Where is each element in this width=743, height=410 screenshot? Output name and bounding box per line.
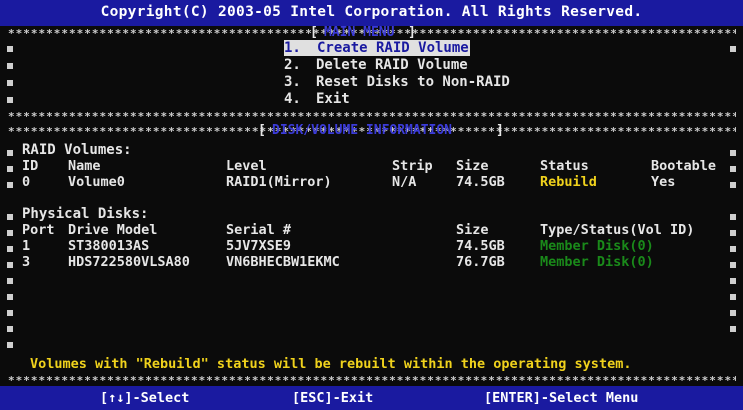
frame-edge-marker bbox=[7, 326, 13, 332]
frame-edge-marker bbox=[730, 246, 736, 252]
main-menu-title: MAIN MENU bbox=[324, 25, 395, 40]
disk-serial: VN6BHECBW1EKMC bbox=[226, 254, 340, 270]
col-header-type-status: Type/Status(Vol ID) bbox=[540, 222, 695, 238]
disk-port: 1 bbox=[22, 238, 31, 254]
frame-edge-marker bbox=[730, 150, 736, 156]
frame-edge-marker bbox=[730, 230, 736, 236]
menu-item-number: 1. bbox=[284, 40, 316, 56]
frame-edge-marker bbox=[7, 310, 13, 316]
menu-item-number: 4. bbox=[284, 91, 301, 107]
key-hint-enter: [ENTER]-Select Menu bbox=[484, 390, 639, 406]
volume-id: 0 bbox=[22, 174, 31, 190]
disk-size: 76.7GB bbox=[456, 254, 505, 270]
menu-item-label: Exit bbox=[316, 91, 350, 107]
disk-type-status: Member Disk(0) bbox=[540, 254, 654, 270]
frame-edge-marker bbox=[730, 294, 736, 300]
frame-edge-marker bbox=[7, 342, 13, 348]
menu-item-label: Create RAID Volume bbox=[316, 40, 470, 56]
col-header-size: Size bbox=[456, 158, 489, 174]
frame-edge-marker bbox=[730, 182, 736, 188]
frame-edge-marker bbox=[730, 214, 736, 220]
col-header-name: Name bbox=[68, 158, 101, 174]
volume-bootable: Yes bbox=[651, 174, 676, 190]
info-frame-bracket-right: ] bbox=[496, 123, 504, 138]
copyright-text: Copyright(C) 2003-05 Intel Corporation. … bbox=[100, 4, 643, 20]
frame-edge-marker bbox=[7, 80, 13, 86]
col-header-level: Level bbox=[226, 158, 267, 174]
key-hint-select: [↑↓]-Select bbox=[100, 390, 190, 406]
frame-edge-marker bbox=[7, 150, 13, 156]
frame-edge-marker bbox=[7, 214, 13, 220]
info-frame-bracket-left: [ bbox=[258, 123, 266, 138]
frame-edge-marker bbox=[7, 278, 13, 284]
frame-edge-marker bbox=[730, 166, 736, 172]
frame-edge-marker bbox=[7, 230, 13, 236]
disk-model: HDS722580VLSA80 bbox=[68, 254, 190, 270]
volume-name: Volume0 bbox=[68, 174, 125, 190]
volume-level: RAID1(Mirror) bbox=[226, 174, 332, 190]
frame-edge-marker bbox=[730, 326, 736, 332]
rebuild-status-message: Volumes with "Rebuild" status will be re… bbox=[30, 356, 632, 372]
col-header-serial: Serial # bbox=[226, 222, 292, 238]
raid-volumes-heading: RAID Volumes: bbox=[22, 142, 132, 158]
volume-status-badge: Rebuild bbox=[540, 174, 597, 190]
menu-item-label: Reset Disks to Non-RAID bbox=[316, 74, 510, 90]
col-header-status: Status bbox=[540, 158, 589, 174]
menu-frame-bracket-right: ] bbox=[408, 25, 416, 40]
menu-frame-bottom: ****************************************… bbox=[8, 110, 736, 123]
menu-item-label: Delete RAID Volume bbox=[316, 57, 468, 73]
menu-item-exit[interactable]: 4. Exit bbox=[284, 91, 350, 107]
frame-edge-marker bbox=[7, 182, 13, 188]
col-header-port: Port bbox=[22, 222, 55, 238]
info-title: DISK/VOLUME INFORMATION bbox=[272, 123, 453, 138]
frame-edge-marker bbox=[7, 97, 13, 103]
disk-serial: 5JV7XSE9 bbox=[226, 238, 292, 254]
frame-edge-marker bbox=[730, 278, 736, 284]
menu-item-number: 2. bbox=[284, 57, 301, 73]
menu-item-reset-disks[interactable]: 3. Reset Disks to Non-RAID bbox=[284, 74, 510, 90]
menu-item-delete-raid-volume[interactable]: 2. Delete RAID Volume bbox=[284, 57, 468, 73]
frame-edge-marker bbox=[7, 262, 13, 268]
frame-edge-marker bbox=[7, 246, 13, 252]
physical-disks-heading: Physical Disks: bbox=[22, 206, 149, 222]
col-header-drive-model: Drive Model bbox=[68, 222, 158, 238]
volume-size: 74.5GB bbox=[456, 174, 505, 190]
menu-frame-bracket-left: [ bbox=[310, 25, 318, 40]
disk-type-status: Member Disk(0) bbox=[540, 238, 654, 254]
col-header-id: ID bbox=[22, 158, 39, 174]
frame-edge-marker bbox=[7, 166, 13, 172]
frame-edge-marker bbox=[730, 262, 736, 268]
disk-port: 3 bbox=[22, 254, 31, 270]
key-hint-exit: [ESC]-Exit bbox=[292, 390, 374, 406]
disk-size: 74.5GB bbox=[456, 238, 505, 254]
frame-edge-marker bbox=[7, 294, 13, 300]
menu-item-create-raid-volume[interactable]: 1. Create RAID Volume bbox=[284, 40, 470, 56]
volume-strip: N/A bbox=[392, 174, 417, 190]
col-header-strip: Strip bbox=[392, 158, 433, 174]
frame-edge-marker bbox=[7, 46, 13, 52]
menu-item-number: 3. bbox=[284, 74, 301, 90]
frame-edge-marker bbox=[730, 310, 736, 316]
frame-edge-marker bbox=[7, 63, 13, 69]
frame-edge-marker bbox=[730, 46, 736, 52]
col-header-bootable: Bootable bbox=[651, 158, 717, 174]
disk-model: ST380013AS bbox=[68, 238, 150, 254]
col-header-disk-size: Size bbox=[456, 222, 489, 238]
